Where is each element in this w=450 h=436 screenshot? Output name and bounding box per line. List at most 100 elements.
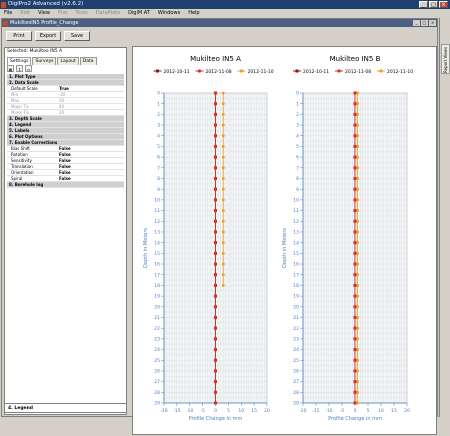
y-tick-label: 11	[293, 208, 299, 214]
data-point	[353, 251, 357, 255]
y-tick-label: 3	[157, 123, 160, 129]
data-point	[213, 390, 218, 394]
data-point	[353, 219, 357, 223]
menu-edit[interactable]: Edit	[16, 9, 34, 18]
data-point	[356, 91, 359, 95]
property-value[interactable]: False	[59, 146, 71, 151]
property-name: Max	[11, 98, 20, 103]
y-tick-label: 25	[154, 358, 160, 364]
data-point	[213, 262, 218, 266]
menu-windows[interactable]: Windows	[154, 9, 184, 18]
data-point	[221, 102, 225, 106]
property-category-label: 6. Plot Options	[9, 134, 43, 139]
x-tick-label: -20	[160, 408, 167, 414]
categorized-icon[interactable]: ▦	[7, 65, 14, 72]
maximize-icon[interactable]: □	[429, 1, 438, 8]
menu-digim-at[interactable]: DigiM AT	[124, 9, 154, 18]
menu-plot[interactable]: Plot	[54, 9, 71, 18]
data-point	[356, 273, 359, 277]
data-point	[221, 209, 225, 212]
tab-settings[interactable]: Settings	[7, 57, 32, 65]
y-tick-label: 25	[293, 358, 299, 364]
property-category[interactable]: 8. Borehole log	[7, 182, 124, 188]
close-icon[interactable]: ×	[439, 1, 448, 8]
property-value[interactable]: False	[59, 152, 71, 157]
y-tick-label: 29	[293, 401, 299, 407]
alphabetical-icon[interactable]: ↕	[16, 65, 23, 72]
data-point	[356, 326, 359, 330]
data-point	[221, 134, 225, 138]
app-icon	[1, 1, 6, 8]
y-tick-label: 27	[154, 379, 160, 385]
property-value[interactable]: 20	[59, 110, 64, 115]
y-tick-label: 20	[293, 304, 299, 310]
y-tick-label: 4	[157, 133, 160, 139]
data-point	[353, 123, 357, 127]
data-point	[213, 102, 218, 106]
doc-close-icon[interactable]: ×	[429, 20, 436, 26]
data-point	[356, 358, 359, 362]
y-tick-label: 2	[157, 112, 160, 118]
minimize-icon[interactable]: _	[419, 1, 428, 8]
property-name: Orientation	[11, 170, 34, 175]
data-point	[213, 369, 218, 373]
data-point	[356, 316, 359, 319]
legend-marker	[379, 69, 383, 73]
property-pages-icon[interactable]: ▭	[25, 65, 32, 72]
document-icon	[3, 20, 8, 26]
property-value[interactable]: False	[59, 170, 71, 175]
tab-data[interactable]: Data	[79, 57, 97, 65]
property-value[interactable]: False	[59, 176, 71, 181]
data-point	[213, 380, 218, 384]
data-point	[353, 305, 357, 309]
data-point	[356, 166, 359, 170]
data-point	[356, 369, 359, 373]
legend-label: 2012-10-11	[164, 69, 190, 75]
document-title: MukilteoIN5 Profile_Change	[10, 20, 79, 26]
export-button[interactable]: Export	[35, 31, 61, 41]
app-title: DigiPro2 Advanced (v2.6.2)	[8, 1, 84, 7]
tab-surveys[interactable]: Surveys	[32, 57, 57, 65]
print-button[interactable]: Print	[6, 31, 32, 41]
menu-tools[interactable]: Tools	[71, 9, 91, 18]
data-point	[353, 91, 357, 95]
data-point	[353, 347, 357, 352]
property-value[interactable]: True	[59, 86, 69, 91]
data-point	[353, 401, 357, 405]
menu-datamate[interactable]: DataMate	[92, 9, 124, 18]
report-views-tab[interactable]: Report Views	[441, 44, 450, 74]
property-value[interactable]: 20	[59, 98, 64, 103]
data-point	[213, 198, 218, 202]
property-name: Rotation	[11, 152, 28, 157]
menu-view[interactable]: View	[34, 9, 54, 18]
save-button[interactable]: Save	[64, 31, 90, 41]
x-tick-label: 10	[378, 408, 384, 414]
menu-help[interactable]: Help	[184, 9, 203, 18]
data-point	[221, 123, 225, 127]
data-point	[356, 230, 359, 234]
data-point	[353, 283, 357, 288]
data-point	[353, 187, 357, 191]
data-point	[221, 91, 225, 95]
y-tick-label: 6	[296, 155, 299, 161]
report-views-label: Report Views	[443, 46, 448, 73]
menu-bar: File Edit View Plot Tools DataMate DigiM…	[0, 9, 450, 18]
data-point	[353, 112, 357, 116]
data-point	[356, 209, 359, 212]
data-point	[213, 273, 218, 277]
x-tick-label: -5	[200, 408, 205, 414]
plots-svg: Mukilteo IN5 A2012-10-11 2012-11-08 2012-1…	[143, 55, 413, 422]
x-tick-label: 10	[238, 408, 244, 414]
property-value[interactable]: -20	[59, 92, 66, 97]
property-value[interactable]: False	[59, 158, 71, 163]
property-value[interactable]: 40	[59, 104, 64, 109]
property-value[interactable]: False	[59, 164, 71, 169]
doc-maximize-icon[interactable]: □	[421, 20, 428, 26]
tab-layout[interactable]: Layout	[57, 57, 79, 65]
doc-minimize-icon[interactable]: _	[413, 20, 420, 26]
menu-file[interactable]: File	[0, 9, 16, 18]
data-point	[353, 134, 357, 138]
y-tick-label: 22	[293, 326, 299, 332]
y-tick-label: 10	[293, 197, 299, 203]
property-category-label: 1. Plot Type	[9, 74, 36, 79]
